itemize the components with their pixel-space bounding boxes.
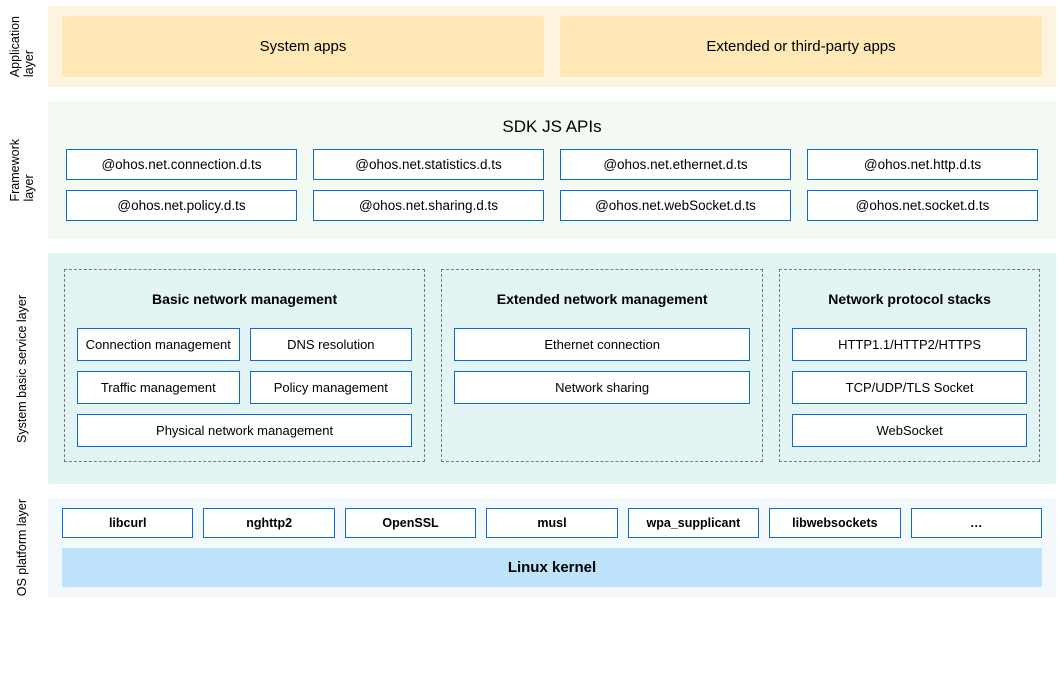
lib-item: libwebsockets: [769, 508, 900, 538]
framework-layer-label: Frameworklayer: [8, 101, 36, 239]
group-title: Network protocol stacks: [792, 280, 1027, 318]
network-protocol-stacks-box: Network protocol stacks HTTP1.1/HTTP2/HT…: [779, 269, 1040, 462]
api-item: @ohos.net.socket.d.ts: [807, 190, 1038, 221]
extended-network-management-box: Extended network management Ethernet con…: [441, 269, 763, 462]
framework-layer: SDK JS APIs @ohos.net.connection.d.ts @o…: [48, 101, 1056, 239]
application-layer-row: Applicationlayer System apps Extended or…: [8, 6, 1056, 87]
service-layer: Basic network management Connection mana…: [48, 253, 1056, 484]
lib-item: libcurl: [62, 508, 193, 538]
group-title: Basic network management: [77, 280, 412, 318]
service-item: HTTP1.1/HTTP2/HTTPS: [792, 328, 1027, 361]
service-item: DNS resolution: [250, 328, 413, 361]
api-item: @ohos.net.policy.d.ts: [66, 190, 297, 221]
third-party-apps-box: Extended or third-party apps: [560, 16, 1042, 77]
api-grid: @ohos.net.connection.d.ts @ohos.net.stat…: [62, 149, 1042, 229]
service-item: Physical network management: [77, 414, 412, 447]
libs-grid: libcurl nghttp2 OpenSSL musl wpa_supplic…: [62, 508, 1042, 538]
os-layer: libcurl nghttp2 OpenSSL musl wpa_supplic…: [48, 498, 1056, 597]
application-layer: System apps Extended or third-party apps: [48, 6, 1056, 87]
api-item: @ohos.net.webSocket.d.ts: [560, 190, 791, 221]
system-apps-box: System apps: [62, 16, 544, 77]
framework-layer-row: Frameworklayer SDK JS APIs @ohos.net.con…: [8, 101, 1056, 239]
service-item: Policy management: [250, 371, 413, 404]
service-item: WebSocket: [792, 414, 1027, 447]
lib-item: nghttp2: [203, 508, 334, 538]
service-layer-label: System basic service layer: [8, 253, 36, 484]
service-item: Ethernet connection: [454, 328, 750, 361]
api-item: @ohos.net.connection.d.ts: [66, 149, 297, 180]
service-layer-row: System basic service layer Basic network…: [8, 253, 1056, 484]
service-item: TCP/UDP/TLS Socket: [792, 371, 1027, 404]
lib-item: …: [911, 508, 1042, 538]
api-item: @ohos.net.statistics.d.ts: [313, 149, 544, 180]
service-item: Network sharing: [454, 371, 750, 404]
os-layer-label: OS platform layer: [8, 498, 36, 597]
service-item: Traffic management: [77, 371, 240, 404]
basic-network-management-box: Basic network management Connection mana…: [64, 269, 425, 462]
application-layer-label: Applicationlayer: [8, 6, 36, 87]
api-item: @ohos.net.http.d.ts: [807, 149, 1038, 180]
service-item: Connection management: [77, 328, 240, 361]
sdk-apis-title: SDK JS APIs: [62, 111, 1042, 149]
group-title: Extended network management: [454, 280, 750, 318]
os-layer-row: OS platform layer libcurl nghttp2 OpenSS…: [8, 498, 1056, 597]
lib-item: musl: [486, 508, 617, 538]
lib-item: wpa_supplicant: [628, 508, 759, 538]
api-item: @ohos.net.sharing.d.ts: [313, 190, 544, 221]
linux-kernel-box: Linux kernel: [62, 548, 1042, 587]
api-item: @ohos.net.ethernet.d.ts: [560, 149, 791, 180]
lib-item: OpenSSL: [345, 508, 476, 538]
